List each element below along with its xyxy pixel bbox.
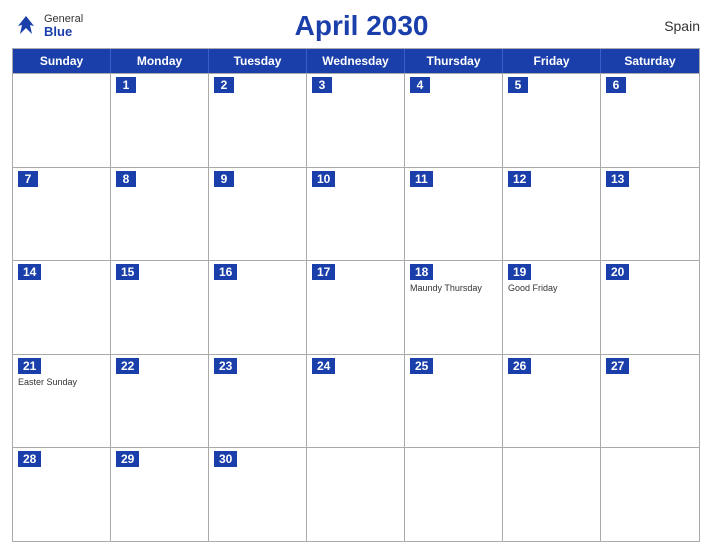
cell-event: Good Friday bbox=[508, 283, 595, 295]
cal-cell-1-1: 8 bbox=[111, 168, 209, 261]
weekday-header-saturday: Saturday bbox=[601, 49, 699, 73]
cal-cell-1-0: 7 bbox=[13, 168, 111, 261]
cell-date: 8 bbox=[116, 171, 136, 187]
cell-date: 14 bbox=[18, 264, 41, 280]
weekday-header-wednesday: Wednesday bbox=[307, 49, 405, 73]
cal-cell-4-3 bbox=[307, 448, 405, 541]
cell-date: 3 bbox=[312, 77, 332, 93]
cell-date: 18 bbox=[410, 264, 433, 280]
week-row-2: 14 15 16 17 18 Maundy Thursday 19 Good Friday 20 bbox=[13, 260, 699, 354]
cell-date: 16 bbox=[214, 264, 237, 280]
calendar-title: April 2030 bbox=[83, 10, 640, 42]
cell-date: 25 bbox=[410, 358, 433, 374]
cal-cell-2-5: 19 Good Friday bbox=[503, 261, 601, 354]
calendar-page: General Blue April 2030 Spain SundayMond… bbox=[0, 0, 712, 550]
cal-cell-2-1: 15 bbox=[111, 261, 209, 354]
cell-date: 7 bbox=[18, 171, 38, 187]
cell-date: 22 bbox=[116, 358, 139, 374]
cal-cell-4-0: 28 bbox=[13, 448, 111, 541]
cell-date: 30 bbox=[214, 451, 237, 467]
cal-cell-2-3: 17 bbox=[307, 261, 405, 354]
cell-date: 11 bbox=[410, 171, 433, 187]
header: General Blue April 2030 Spain bbox=[12, 10, 700, 42]
weekday-header-thursday: Thursday bbox=[405, 49, 503, 73]
logo-text: General Blue bbox=[44, 14, 83, 38]
cell-date: 19 bbox=[508, 264, 531, 280]
cal-cell-2-0: 14 bbox=[13, 261, 111, 354]
cell-event: Easter Sunday bbox=[18, 377, 105, 389]
cell-date: 17 bbox=[312, 264, 335, 280]
logo-bird-icon bbox=[12, 12, 40, 40]
cal-cell-3-2: 23 bbox=[209, 355, 307, 448]
cell-date: 15 bbox=[116, 264, 139, 280]
cell-date: 27 bbox=[606, 358, 629, 374]
cal-cell-0-1: 1 bbox=[111, 74, 209, 167]
cell-event: Maundy Thursday bbox=[410, 283, 497, 295]
cal-cell-1-6: 13 bbox=[601, 168, 699, 261]
cell-date: 6 bbox=[606, 77, 626, 93]
calendar-body: 123456789101112131415161718Maundy Thursd… bbox=[13, 73, 699, 541]
cal-cell-0-4: 4 bbox=[405, 74, 503, 167]
cal-cell-3-0: 21 Easter Sunday bbox=[13, 355, 111, 448]
cal-cell-1-3: 10 bbox=[307, 168, 405, 261]
weekday-header-friday: Friday bbox=[503, 49, 601, 73]
cal-cell-3-5: 26 bbox=[503, 355, 601, 448]
cell-date: 20 bbox=[606, 264, 629, 280]
cal-cell-1-2: 9 bbox=[209, 168, 307, 261]
cal-cell-3-6: 27 bbox=[601, 355, 699, 448]
cal-cell-1-5: 12 bbox=[503, 168, 601, 261]
week-row-1: 7 8 9 10 11 12 13 bbox=[13, 167, 699, 261]
calendar-header-row: SundayMondayTuesdayWednesdayThursdayFrid… bbox=[13, 49, 699, 73]
cell-date: 10 bbox=[312, 171, 335, 187]
cal-cell-3-3: 24 bbox=[307, 355, 405, 448]
weekday-header-tuesday: Tuesday bbox=[209, 49, 307, 73]
calendar: SundayMondayTuesdayWednesdayThursdayFrid… bbox=[12, 48, 700, 542]
cell-date: 21 bbox=[18, 358, 41, 374]
cal-cell-1-4: 11 bbox=[405, 168, 503, 261]
week-row-4: 28 29 30 bbox=[13, 447, 699, 541]
cal-cell-4-6 bbox=[601, 448, 699, 541]
cal-cell-0-0 bbox=[13, 74, 111, 167]
week-row-3: 21 Easter Sunday 22 23 24 25 26 27 bbox=[13, 354, 699, 448]
cell-date: 9 bbox=[214, 171, 234, 187]
weekday-header-monday: Monday bbox=[111, 49, 209, 73]
cal-cell-2-4: 18 Maundy Thursday bbox=[405, 261, 503, 354]
logo-blue-text: Blue bbox=[44, 25, 83, 38]
cal-cell-4-1: 29 bbox=[111, 448, 209, 541]
week-row-0: 1 2 3 4 5 6 bbox=[13, 73, 699, 167]
cal-cell-4-4 bbox=[405, 448, 503, 541]
cell-date: 29 bbox=[116, 451, 139, 467]
cal-cell-3-4: 25 bbox=[405, 355, 503, 448]
cell-date: 1 bbox=[116, 77, 136, 93]
cell-date: 12 bbox=[508, 171, 531, 187]
logo: General Blue bbox=[12, 12, 83, 40]
cell-date: 26 bbox=[508, 358, 531, 374]
cal-cell-0-3: 3 bbox=[307, 74, 405, 167]
cal-cell-3-1: 22 bbox=[111, 355, 209, 448]
cell-date: 23 bbox=[214, 358, 237, 374]
cell-date: 5 bbox=[508, 77, 528, 93]
cell-date: 24 bbox=[312, 358, 335, 374]
cell-date: 13 bbox=[606, 171, 629, 187]
weekday-header-sunday: Sunday bbox=[13, 49, 111, 73]
cal-cell-4-2: 30 bbox=[209, 448, 307, 541]
cal-cell-0-6: 6 bbox=[601, 74, 699, 167]
cal-cell-0-5: 5 bbox=[503, 74, 601, 167]
cal-cell-4-5 bbox=[503, 448, 601, 541]
cal-cell-2-6: 20 bbox=[601, 261, 699, 354]
cal-cell-0-2: 2 bbox=[209, 74, 307, 167]
cal-cell-2-2: 16 bbox=[209, 261, 307, 354]
cell-date: 4 bbox=[410, 77, 430, 93]
cell-date: 28 bbox=[18, 451, 41, 467]
country-label: Spain bbox=[640, 18, 700, 34]
cell-date: 2 bbox=[214, 77, 234, 93]
